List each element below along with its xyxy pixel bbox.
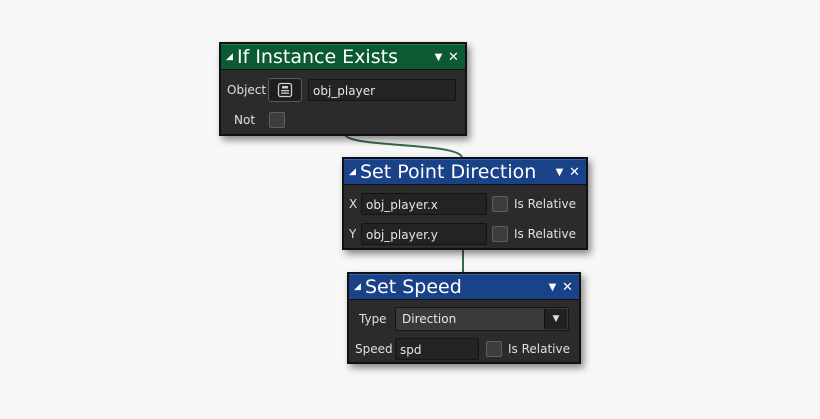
chevron-down-icon[interactable]: ▼ (431, 52, 446, 63)
triangle-collapse-icon[interactable]: ◢ (226, 52, 237, 62)
y-relative-checkbox[interactable] (492, 226, 508, 242)
node-title: If Instance Exists (237, 46, 398, 68)
node-header[interactable]: ◢ Set Point Direction ▼ ✕ (344, 159, 586, 185)
triangle-collapse-icon[interactable]: ◢ (349, 167, 360, 177)
object-label: Object (227, 83, 267, 97)
chevron-down-icon[interactable]: ▼ (545, 282, 560, 293)
not-row: Not (221, 108, 465, 132)
close-icon[interactable]: ✕ (560, 280, 575, 295)
type-dropdown-value: Direction (402, 312, 457, 326)
chevron-down-icon[interactable]: ▼ (544, 309, 567, 329)
object-row: Object obj_player (221, 78, 465, 102)
x-label: X (349, 197, 358, 211)
y-row: Y obj_player.y Is Relative (344, 222, 586, 246)
speed-label: Speed (355, 342, 393, 356)
y-relative-label: Is Relative (514, 227, 576, 241)
node-title: Set Speed (365, 276, 462, 298)
node-header[interactable]: ◢ If Instance Exists ▼ ✕ (221, 44, 465, 70)
node-header[interactable]: ◢ Set Speed ▼ ✕ (349, 274, 579, 300)
type-label: Type (359, 312, 387, 326)
set-speed-node[interactable]: ◢ Set Speed ▼ ✕ Type Direction ▼ Speed s… (347, 272, 581, 364)
type-row: Type Direction ▼ (349, 307, 579, 331)
speed-relative-checkbox[interactable] (486, 341, 502, 357)
not-label: Not (234, 113, 256, 127)
x-relative-checkbox[interactable] (492, 196, 508, 212)
type-dropdown[interactable]: Direction ▼ (395, 307, 569, 331)
connector-if-to-point-direction (344, 133, 463, 159)
speed-row: Speed spd Is Relative (349, 337, 579, 361)
not-checkbox[interactable] (269, 112, 285, 128)
y-label: Y (349, 227, 357, 241)
x-row: X obj_player.x Is Relative (344, 192, 586, 216)
object-icon (277, 82, 293, 98)
speed-relative-label: Is Relative (508, 342, 570, 356)
close-icon[interactable]: ✕ (567, 165, 582, 180)
object-picker-button[interactable] (268, 78, 302, 102)
object-field[interactable]: obj_player (308, 79, 456, 101)
if-instance-exists-node[interactable]: ◢ If Instance Exists ▼ ✕ Object obj_play… (219, 42, 467, 136)
set-point-direction-node[interactable]: ◢ Set Point Direction ▼ ✕ X obj_player.x… (342, 157, 588, 250)
chevron-down-icon[interactable]: ▼ (552, 167, 567, 178)
speed-field[interactable]: spd (395, 338, 479, 360)
x-relative-label: Is Relative (514, 197, 576, 211)
close-icon[interactable]: ✕ (446, 50, 461, 65)
node-title: Set Point Direction (360, 161, 537, 183)
y-field[interactable]: obj_player.y (361, 223, 487, 245)
x-field[interactable]: obj_player.x (361, 193, 487, 215)
triangle-collapse-icon[interactable]: ◢ (354, 282, 365, 292)
